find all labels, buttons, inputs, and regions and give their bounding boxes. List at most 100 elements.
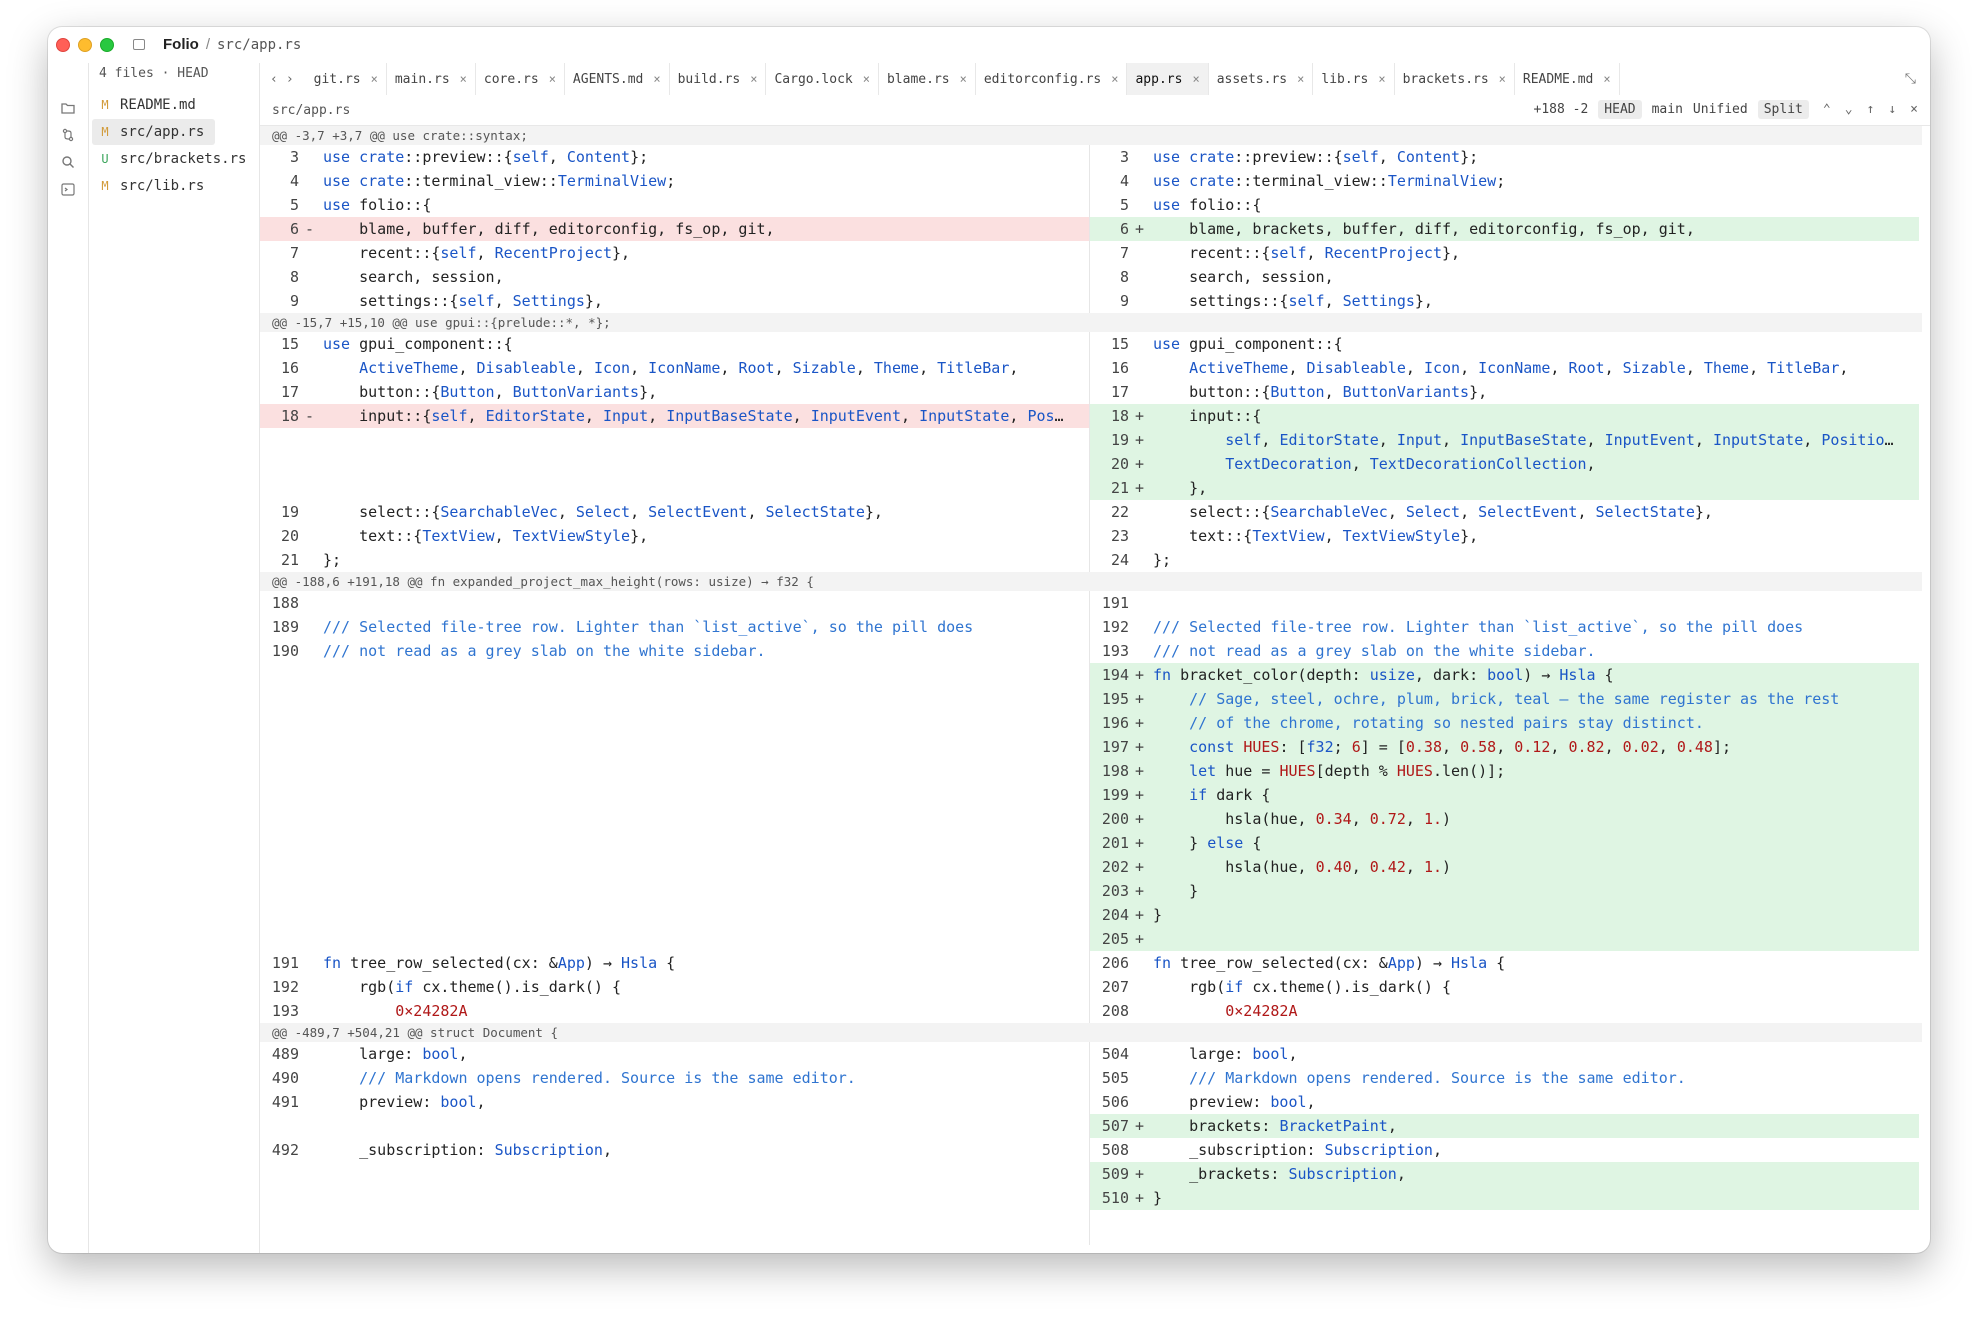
diff-line-new[interactable]: 3 use crate::preview::{self, Content}; bbox=[1090, 145, 1919, 169]
diff-line-old[interactable]: 193 0×24282A bbox=[260, 999, 1089, 1023]
split-diff-view[interactable]: @@ -3,7 +3,7 @@ use crate::syntax; 3 use c… bbox=[260, 126, 1922, 1245]
tab-close-icon[interactable]: × bbox=[1192, 72, 1199, 86]
tab-brackets-rs[interactable]: brackets.rs × bbox=[1395, 63, 1515, 95]
diff-line-old[interactable]: 191 fn tree_row_selected(cx: &App) → Hsla… bbox=[260, 951, 1089, 975]
collapse-icon[interactable]: ⤡ bbox=[1905, 71, 1916, 87]
tab-close-icon[interactable]: × bbox=[653, 72, 660, 86]
diff-line-new[interactable]: 7 recent::{self, RecentProject}, bbox=[1090, 241, 1919, 265]
diff-line-new[interactable]: 204 +} bbox=[1090, 903, 1919, 927]
diff-line-old[interactable]: 189 /// Selected file-tree row. Lighter t… bbox=[260, 615, 1089, 639]
diff-line-old[interactable]: 15 use gpui_component::{ bbox=[260, 332, 1089, 356]
diff-line-new[interactable]: 205 + bbox=[1090, 927, 1919, 951]
diff-line-new[interactable]: 22 select::{SearchableVec, Select, Selec… bbox=[1090, 500, 1919, 524]
diff-line-new[interactable]: 9 settings::{self, Settings}, bbox=[1090, 289, 1919, 313]
close-window-button[interactable] bbox=[56, 38, 70, 52]
diff-line-new[interactable]: 19 + self, EditorState, Input, InputBaseS… bbox=[1090, 428, 1919, 452]
diff-line-new[interactable]: 8 search, session, bbox=[1090, 265, 1919, 289]
tab-lib-rs[interactable]: lib.rs × bbox=[1313, 63, 1395, 95]
diff-line-new[interactable]: 504 large: bool, bbox=[1090, 1042, 1919, 1066]
terminal-icon[interactable] bbox=[60, 181, 76, 197]
tab-close-icon[interactable]: × bbox=[1297, 72, 1304, 86]
tab-editorconfig-rs[interactable]: editorconfig.rs × bbox=[976, 63, 1128, 95]
tab-close-icon[interactable]: × bbox=[1378, 72, 1385, 86]
diff-line-new[interactable]: 196 + // of the chrome, rotating so neste… bbox=[1090, 711, 1919, 735]
tab-build-rs[interactable]: build.rs × bbox=[670, 63, 767, 95]
diff-line-old[interactable]: 3 use crate::preview::{self, Content}; bbox=[260, 145, 1089, 169]
diff-line-new[interactable]: 5 use folio::{ bbox=[1090, 193, 1919, 217]
diff-line-old[interactable]: 9 settings::{self, Settings}, bbox=[260, 289, 1089, 313]
tab-blame-rs[interactable]: blame.rs × bbox=[879, 63, 976, 95]
close-diff-icon[interactable]: × bbox=[1910, 102, 1918, 117]
diff-line-new[interactable]: 509 + _brackets: Subscription, bbox=[1090, 1162, 1919, 1186]
tab-core-rs[interactable]: core.rs × bbox=[476, 63, 565, 95]
search-icon[interactable] bbox=[60, 154, 76, 170]
diff-line-new[interactable]: 202 + hsla(hue, 0.40, 0.42, 1.) bbox=[1090, 855, 1919, 879]
diff-line-new[interactable]: 21 + }, bbox=[1090, 476, 1919, 500]
sidebar-toggle-icon[interactable] bbox=[133, 39, 145, 50]
tab-close-icon[interactable]: × bbox=[1111, 72, 1118, 86]
diff-line-new[interactable]: 191 bbox=[1090, 591, 1919, 615]
base-ref-badge[interactable]: HEAD bbox=[1598, 100, 1642, 119]
tab-close-icon[interactable]: × bbox=[863, 72, 870, 86]
diff-line-new[interactable]: 197 + const HUES: [f32; 6] = [0.38, 0.58,… bbox=[1090, 735, 1919, 759]
diff-line-new[interactable]: 195 + // Sage, steel, ochre, plum, brick,… bbox=[1090, 687, 1919, 711]
file-item-lib-rs[interactable]: M src/lib.rs bbox=[89, 173, 257, 199]
tab-cargo-lock[interactable]: Cargo.lock × bbox=[766, 63, 879, 95]
nav-forward-icon[interactable]: › bbox=[286, 72, 294, 87]
tab-close-icon[interactable]: × bbox=[549, 72, 556, 86]
diff-line-old[interactable]: 5 use folio::{ bbox=[260, 193, 1089, 217]
diff-line-new[interactable]: 203 + } bbox=[1090, 879, 1919, 903]
unified-mode-button[interactable]: Unified bbox=[1693, 102, 1748, 117]
minimize-window-button[interactable] bbox=[78, 38, 92, 52]
diff-line-new[interactable]: 510 +} bbox=[1090, 1186, 1919, 1210]
diff-line-old[interactable]: 6- blame, buffer, diff, editorconfig, fs… bbox=[260, 217, 1089, 241]
git-branch-icon[interactable] bbox=[60, 127, 76, 143]
diff-line-new[interactable]: 507 + brackets: BracketPaint, bbox=[1090, 1114, 1919, 1138]
diff-line-old[interactable]: 190 /// not read as a grey slab on the wh… bbox=[260, 639, 1089, 663]
next-file-icon[interactable]: ↓ bbox=[1888, 102, 1896, 117]
diff-line-new[interactable]: 16 ActiveTheme, Disableable, Icon, IconN… bbox=[1090, 356, 1919, 380]
diff-line-new[interactable]: 20 + TextDecoration, TextDecorationCollec… bbox=[1090, 452, 1919, 476]
diff-line-old[interactable]: 188 bbox=[260, 591, 1089, 615]
diff-line-new[interactable]: 198 + let hue = HUES[depth % HUES.len()]; bbox=[1090, 759, 1919, 783]
diff-line-old[interactable]: 17 button::{Button, ButtonVariants}, bbox=[260, 380, 1089, 404]
diff-line-new[interactable]: 208 0×24282A bbox=[1090, 999, 1919, 1023]
diff-line-new[interactable]: 15 use gpui_component::{ bbox=[1090, 332, 1919, 356]
prev-hunk-icon[interactable]: ⌃ bbox=[1823, 102, 1831, 117]
nav-back-icon[interactable]: ‹ bbox=[270, 72, 278, 87]
tab-assets-rs[interactable]: assets.rs × bbox=[1209, 63, 1314, 95]
diff-line-old[interactable]: 19 select::{SearchableVec, Select, Selec… bbox=[260, 500, 1089, 524]
diff-line-new[interactable]: 207 rgb(if cx.theme().is_dark() { bbox=[1090, 975, 1919, 999]
tab-agents-md[interactable]: AGENTS.md × bbox=[565, 63, 670, 95]
diff-line-new[interactable]: 24}; bbox=[1090, 548, 1919, 572]
diff-line-old[interactable]: 192 rgb(if cx.theme().is_dark() { bbox=[260, 975, 1089, 999]
tab-readme-md[interactable]: README.md × bbox=[1515, 63, 1620, 95]
diff-line-old[interactable]: 490 /// Markdown opens rendered. Source … bbox=[260, 1066, 1089, 1090]
diff-line-old[interactable]: 491 preview: bool, bbox=[260, 1090, 1089, 1114]
diff-line-old[interactable]: 16 ActiveTheme, Disableable, Icon, IconN… bbox=[260, 356, 1089, 380]
prev-file-icon[interactable]: ↑ bbox=[1867, 102, 1875, 117]
tab-git-rs[interactable]: git.rs × bbox=[306, 63, 387, 95]
file-item-readme[interactable]: M README.md bbox=[89, 92, 257, 118]
diff-line-new[interactable]: 17 button::{Button, ButtonVariants}, bbox=[1090, 380, 1919, 404]
diff-line-old[interactable]: 489 large: bool, bbox=[260, 1042, 1089, 1066]
diff-line-old[interactable]: 492 _subscription: Subscription, bbox=[260, 1138, 1089, 1162]
file-item-app-rs[interactable]: M src/app.rs bbox=[92, 119, 215, 145]
tab-close-icon[interactable]: × bbox=[1603, 72, 1610, 86]
diff-line-new[interactable]: 4 use crate::terminal_view::TerminalView; bbox=[1090, 169, 1919, 193]
tab-close-icon[interactable]: × bbox=[1499, 72, 1506, 86]
tab-main-rs[interactable]: main.rs × bbox=[387, 63, 476, 95]
tab-close-icon[interactable]: × bbox=[750, 72, 757, 86]
diff-line-old[interactable]: 7 recent::{self, RecentProject}, bbox=[260, 241, 1089, 265]
diff-line-new[interactable]: 200 + hsla(hue, 0.34, 0.72, 1.) bbox=[1090, 807, 1919, 831]
diff-line-new[interactable]: 505 /// Markdown opens rendered. Source … bbox=[1090, 1066, 1919, 1090]
diff-line-new[interactable]: 6 + blame, brackets, buffer, diff, editor… bbox=[1090, 217, 1919, 241]
target-ref-label[interactable]: main bbox=[1652, 102, 1683, 117]
diff-line-new[interactable]: 506 preview: bool, bbox=[1090, 1090, 1919, 1114]
diff-line-old[interactable]: 8 search, session, bbox=[260, 265, 1089, 289]
next-hunk-icon[interactable]: ⌄ bbox=[1845, 102, 1853, 117]
tab-close-icon[interactable]: × bbox=[960, 72, 967, 86]
tab-app-rs[interactable]: app.rs × bbox=[1127, 63, 1209, 95]
diff-line-new[interactable]: 18 + input::{ bbox=[1090, 404, 1919, 428]
tab-close-icon[interactable]: × bbox=[460, 72, 467, 86]
